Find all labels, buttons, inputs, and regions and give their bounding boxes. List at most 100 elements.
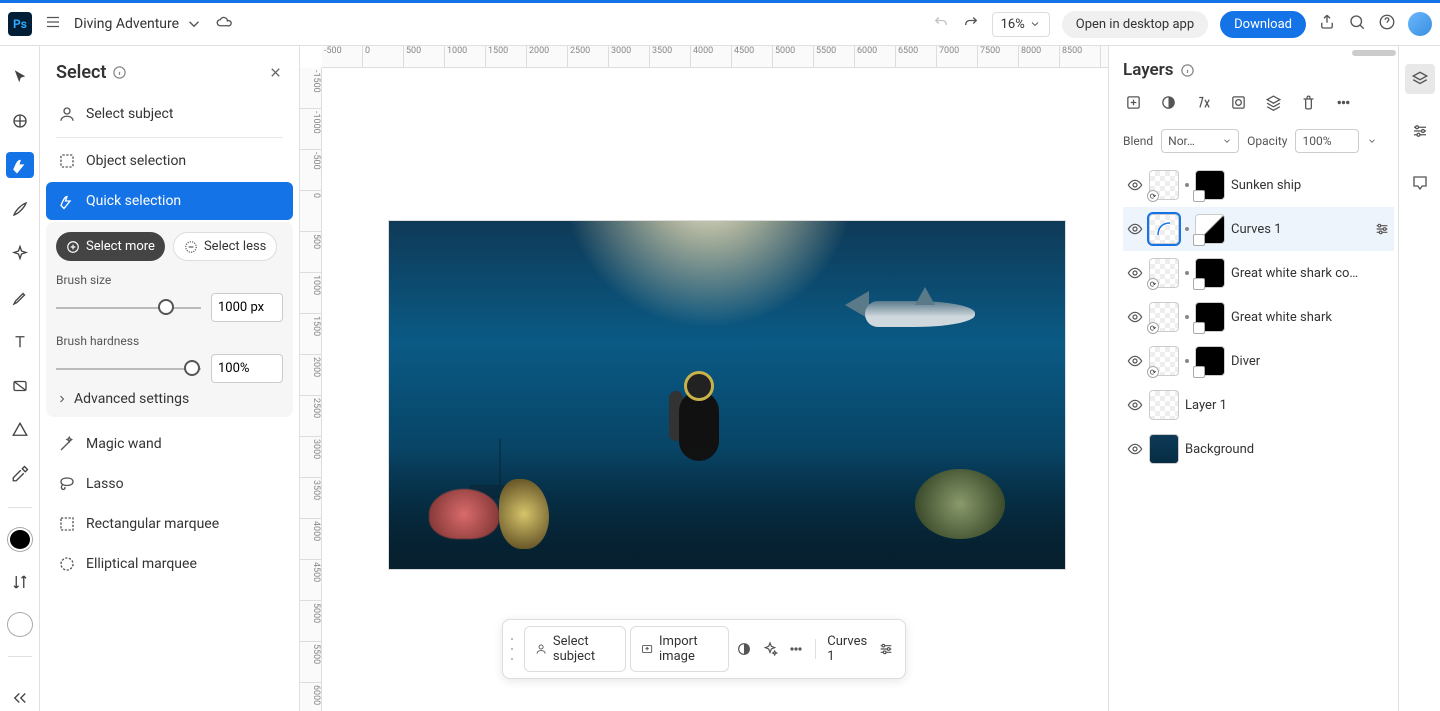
zoom-value: 16% xyxy=(1001,17,1025,32)
layer-row[interactable]: Background xyxy=(1123,427,1394,471)
select-less-chip[interactable]: Select less xyxy=(173,232,277,261)
layer-row[interactable]: Layer 1 xyxy=(1123,383,1394,427)
document-title[interactable]: Diving Adventure xyxy=(74,15,203,33)
lasso-item[interactable]: Lasso xyxy=(46,465,293,503)
select-more-chip[interactable]: Select more xyxy=(56,232,165,261)
layers-panel: Layers Blend Nor… Opacity 100% ⟳Sunken s… xyxy=(1108,46,1398,711)
rectangular-marquee-item[interactable]: Rectangular marquee xyxy=(46,505,293,543)
opacity-input[interactable]: 100% xyxy=(1295,129,1359,153)
visibility-toggle[interactable] xyxy=(1127,309,1143,325)
artboard[interactable] xyxy=(388,220,1066,570)
visibility-toggle[interactable] xyxy=(1127,353,1143,369)
visibility-toggle[interactable] xyxy=(1127,265,1143,281)
layer-name: Sunken ship xyxy=(1231,178,1390,193)
collapse-tool-rail[interactable] xyxy=(6,685,34,711)
quick-selection-item[interactable]: Quick selection xyxy=(46,182,293,220)
layer-row[interactable]: ⟳Great white shark co… xyxy=(1123,251,1394,295)
horizontal-ruler: -500050010001500200025003000350040004500… xyxy=(322,46,1108,68)
visibility-toggle[interactable] xyxy=(1127,397,1143,413)
swap-colors[interactable] xyxy=(6,569,34,595)
coral xyxy=(915,469,1005,539)
brush-hardness-slider[interactable] xyxy=(56,368,201,370)
ctx-properties-button[interactable] xyxy=(875,635,897,663)
contextual-task-bar[interactable]: Select subject Import image Curves 1 xyxy=(502,619,906,679)
background-color[interactable] xyxy=(8,613,32,636)
eyedropper-tool[interactable] xyxy=(6,461,34,487)
magic-wand-item[interactable]: Magic wand xyxy=(46,425,293,463)
brush-size-label: Brush size xyxy=(56,273,283,287)
properties-tab[interactable] xyxy=(1405,116,1435,146)
brush-size-slider[interactable] xyxy=(56,307,201,309)
layer-row[interactable]: ⟳Great white shark xyxy=(1123,295,1394,339)
info-icon[interactable] xyxy=(112,65,127,80)
layers-more-button[interactable] xyxy=(1335,94,1352,115)
blend-mode-select[interactable]: Nor… xyxy=(1161,129,1239,153)
close-panel-icon[interactable] xyxy=(268,65,283,80)
layer-settings-icon[interactable] xyxy=(1374,221,1390,237)
visibility-toggle[interactable] xyxy=(1127,441,1143,457)
user-avatar[interactable] xyxy=(1408,12,1432,36)
object-selection-item[interactable]: Object selection xyxy=(46,142,293,180)
ctx-more-button[interactable] xyxy=(785,635,807,663)
visibility-toggle[interactable] xyxy=(1127,177,1143,193)
shape-tool[interactable] xyxy=(6,417,34,443)
layers-tab[interactable] xyxy=(1405,64,1435,94)
zoom-select[interactable]: 16% xyxy=(992,12,1050,37)
layers-title: Layers xyxy=(1123,60,1394,80)
coral xyxy=(429,489,499,539)
quick-select-icon xyxy=(58,192,76,210)
layer-group-button[interactable] xyxy=(1265,94,1282,115)
ellipse-marquee-icon xyxy=(58,555,76,573)
open-in-desktop-button[interactable]: Open in desktop app xyxy=(1062,11,1208,38)
add-mask-button[interactable] xyxy=(1230,94,1247,115)
comments-tab[interactable] xyxy=(1405,168,1435,198)
select-panel-title: Select xyxy=(46,62,293,83)
ctx-adjust-button[interactable] xyxy=(733,635,755,663)
generative-fill-tool[interactable] xyxy=(6,241,34,267)
download-button[interactable]: Download xyxy=(1220,11,1306,38)
layer-row[interactable]: Curves 1 xyxy=(1123,207,1394,251)
retouch-tool[interactable] xyxy=(6,285,34,311)
info-icon[interactable] xyxy=(1180,63,1195,78)
new-adjustment-button[interactable] xyxy=(1160,94,1177,115)
chevron-down-icon[interactable] xyxy=(1367,136,1377,146)
lasso-icon xyxy=(58,475,76,493)
elliptical-marquee-item[interactable]: Elliptical marquee xyxy=(46,545,293,583)
chevron-down-icon xyxy=(1029,18,1041,30)
ctx-import-image-button[interactable]: Import image xyxy=(630,626,729,672)
new-layer-button[interactable] xyxy=(1125,94,1142,115)
gradient-tool[interactable] xyxy=(6,373,34,399)
ctx-layer-label: Curves 1 xyxy=(823,634,871,664)
undo-button[interactable] xyxy=(932,13,950,35)
hamburger-menu[interactable] xyxy=(44,13,62,35)
drag-handle[interactable] xyxy=(511,638,516,660)
search-button[interactable] xyxy=(1348,13,1366,35)
brush-size-input[interactable] xyxy=(211,293,283,322)
select-subject-item[interactable]: Select subject xyxy=(46,95,293,133)
layer-fx-button[interactable] xyxy=(1195,94,1212,115)
horizontal-scroll-indicator[interactable] xyxy=(1352,50,1396,56)
redo-button[interactable] xyxy=(962,13,980,35)
brush-hardness-input[interactable] xyxy=(211,354,283,383)
ctx-select-subject-button[interactable]: Select subject xyxy=(524,626,626,672)
layer-row[interactable]: ⟳Diver xyxy=(1123,339,1394,383)
advanced-settings-toggle[interactable]: Advanced settings xyxy=(56,383,283,407)
cloud-sync-icon[interactable] xyxy=(215,13,233,35)
select-tool[interactable] xyxy=(6,152,34,178)
canvas[interactable] xyxy=(322,68,1108,711)
layers-toolbar xyxy=(1123,86,1394,123)
move-tool[interactable] xyxy=(6,64,34,90)
crop-tool[interactable] xyxy=(6,108,34,134)
delete-layer-button[interactable] xyxy=(1300,94,1317,115)
person-icon xyxy=(58,105,76,123)
ctx-sparkle-button[interactable] xyxy=(759,635,781,663)
topbar: Ps Diving Adventure 16% Open in desktop … xyxy=(0,0,1440,46)
visibility-toggle[interactable] xyxy=(1127,221,1143,237)
brush-tool[interactable] xyxy=(6,196,34,222)
foreground-color[interactable] xyxy=(8,528,32,551)
help-button[interactable] xyxy=(1378,13,1396,35)
share-button[interactable] xyxy=(1318,13,1336,35)
layer-row[interactable]: ⟳Sunken ship xyxy=(1123,163,1394,207)
layer-name: Layer 1 xyxy=(1185,398,1390,413)
text-tool[interactable] xyxy=(6,329,34,355)
